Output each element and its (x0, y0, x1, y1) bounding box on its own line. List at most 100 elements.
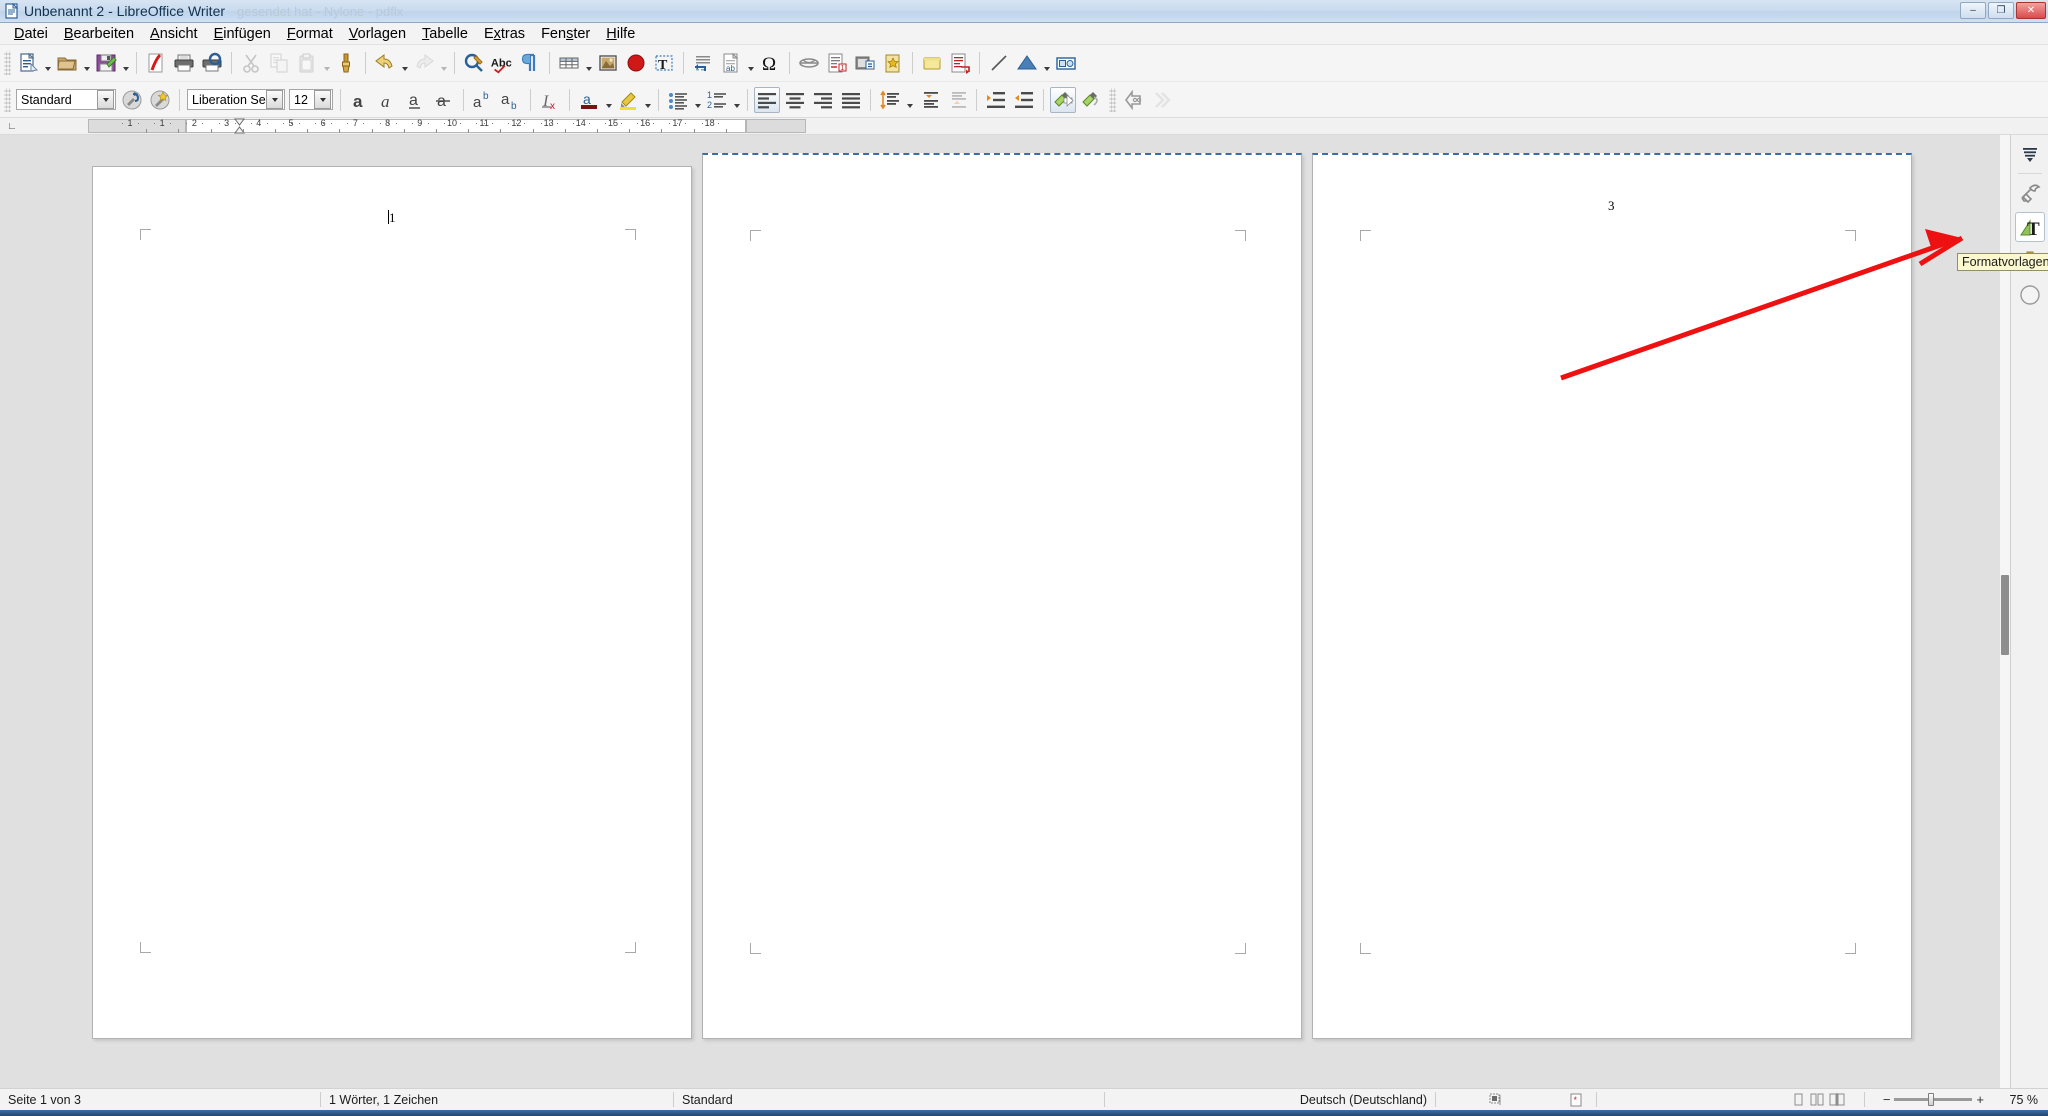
insert-chart-button[interactable] (623, 50, 649, 76)
no-character-highlight-button[interactable] (1078, 87, 1104, 113)
menu-extras[interactable]: Extras (476, 24, 533, 44)
language-status[interactable]: Deutsch (Deutschland) (1105, 1089, 1435, 1111)
chevron-down-icon[interactable] (97, 90, 114, 109)
paragraph-spacing-below-button[interactable] (944, 87, 970, 113)
line-spacing-dropdown[interactable] (904, 87, 915, 113)
menu-bearbeiten[interactable]: Bearbeiten (56, 24, 142, 44)
clone-formatting-button[interactable] (333, 50, 359, 76)
sidebar-properties-button[interactable] (2015, 178, 2045, 208)
subscript-button[interactable]: ab (498, 87, 524, 113)
book-view-icon[interactable] (1829, 1092, 1845, 1107)
scrollbar-thumb[interactable] (2001, 575, 2009, 655)
toolbar-grip[interactable] (1109, 87, 1116, 112)
align-justified-button[interactable] (838, 87, 864, 113)
align-right-button[interactable] (810, 87, 836, 113)
close-button[interactable]: ✕ (2016, 2, 2046, 19)
tab-stop-icon[interactable]: ∟ (0, 118, 24, 135)
zoom-knob[interactable] (1928, 1093, 1935, 1106)
formatting-marks-button[interactable] (517, 50, 543, 76)
insert-table-button[interactable] (556, 50, 582, 76)
underline-button[interactable]: a (403, 87, 429, 113)
insert-hyperlink-button[interactable] (796, 50, 822, 76)
menu-vorlagen[interactable]: Vorlagen (341, 24, 414, 44)
new-style-button[interactable] (147, 87, 173, 113)
insert-field-button[interactable]: ab (718, 50, 744, 76)
toolbar-grip[interactable] (4, 87, 11, 112)
new-document-dropdown[interactable] (42, 50, 53, 76)
highlight-color-dropdown[interactable] (642, 87, 653, 113)
new-document-button[interactable] (15, 50, 41, 76)
font-name-combo[interactable]: Liberation Serif (187, 89, 285, 110)
copy-button[interactable] (266, 50, 292, 76)
maximize-button[interactable]: ❐ (1988, 2, 2014, 19)
insert-table-dropdown[interactable] (583, 50, 594, 76)
zoom-in-button[interactable]: + (1976, 1092, 1984, 1107)
font-size-combo[interactable]: 12 (289, 89, 333, 110)
next-change-button[interactable] (1148, 87, 1174, 113)
word-count[interactable]: 1 Wörter, 1 Zeichen (321, 1089, 673, 1111)
unordered-list-button[interactable] (665, 87, 691, 113)
open-document-dropdown[interactable] (81, 50, 92, 76)
strikethrough-button[interactable]: a (431, 87, 457, 113)
ordered-list-dropdown[interactable] (731, 87, 742, 113)
menu-format[interactable]: Format (279, 24, 341, 44)
vertical-scrollbar[interactable] (2000, 135, 2010, 1088)
decrease-indent-button[interactable] (1011, 87, 1037, 113)
redo-button[interactable] (411, 50, 437, 76)
paste-button[interactable] (294, 50, 320, 76)
increase-indent-button[interactable] (983, 87, 1009, 113)
undo-button[interactable] (372, 50, 398, 76)
superscript-button[interactable]: ab (470, 87, 496, 113)
menu-einfuegen[interactable]: Einfügen (206, 24, 279, 44)
print-preview-button[interactable] (199, 50, 225, 76)
menu-fenster[interactable]: Fenster (533, 24, 598, 44)
previous-change-button[interactable] (1120, 87, 1146, 113)
save-document-dropdown[interactable] (120, 50, 131, 76)
export-pdf-button[interactable] (143, 50, 169, 76)
redo-dropdown[interactable] (438, 50, 449, 76)
paragraph-spacing-above-button[interactable] (916, 87, 942, 113)
minimize-button[interactable]: – (1960, 2, 1986, 19)
document-modified-icon[interactable]: * (1556, 1089, 1596, 1111)
sidebar-styles-button[interactable]: T (2014, 212, 2045, 242)
save-document-button[interactable] (93, 50, 119, 76)
insert-field-dropdown[interactable] (745, 50, 756, 76)
unordered-list-dropdown[interactable] (692, 87, 703, 113)
find-replace-button[interactable] (461, 50, 487, 76)
multi-page-view-icon[interactable] (1810, 1092, 1825, 1107)
toolbar-grip[interactable] (4, 51, 11, 75)
highlight-color-button[interactable] (615, 87, 641, 113)
document-work-area[interactable]: 1 3 (0, 135, 2048, 1088)
insert-comment-button[interactable] (919, 50, 945, 76)
menu-ansicht[interactable]: Ansicht (142, 24, 206, 44)
align-center-button[interactable] (782, 87, 808, 113)
page-style[interactable]: Standard (674, 1089, 1104, 1111)
page-3[interactable]: 3 (1312, 153, 1912, 1039)
undo-dropdown[interactable] (399, 50, 410, 76)
sidebar-settings-button[interactable] (2015, 139, 2045, 169)
zoom-level[interactable]: 75 % (1992, 1089, 2048, 1111)
page-1[interactable]: 1 (92, 166, 692, 1039)
sidebar-navigator-button[interactable] (2015, 280, 2045, 310)
insert-footnote-button[interactable]: 1 (824, 50, 850, 76)
ordered-list-button[interactable]: 1 2 (704, 87, 730, 113)
zoom-slider[interactable]: − + (1875, 1089, 1992, 1111)
cut-button[interactable] (238, 50, 264, 76)
update-style-button[interactable] (119, 87, 145, 113)
menu-tabelle[interactable]: Tabelle (414, 24, 476, 44)
spelling-button[interactable]: Abc (489, 50, 515, 76)
insert-image-button[interactable] (595, 50, 621, 76)
insert-bookmark-button[interactable] (880, 50, 906, 76)
line-spacing-button[interactable] (877, 87, 903, 113)
clear-formatting-button[interactable]: Ix (537, 87, 563, 113)
special-character-button[interactable]: Ω (757, 50, 783, 76)
chevron-down-icon[interactable] (314, 90, 331, 109)
align-left-button[interactable] (754, 86, 780, 113)
zoom-out-button[interactable]: − (1883, 1092, 1891, 1107)
chevron-down-icon[interactable] (266, 90, 283, 109)
italic-button[interactable]: a (375, 87, 401, 113)
menu-datei[interactable]: Datei (6, 24, 56, 44)
insert-textbox-button[interactable]: T (651, 50, 677, 76)
basic-shapes-dropdown[interactable] (1041, 50, 1052, 76)
character-highlight-button[interactable] (1050, 86, 1076, 113)
